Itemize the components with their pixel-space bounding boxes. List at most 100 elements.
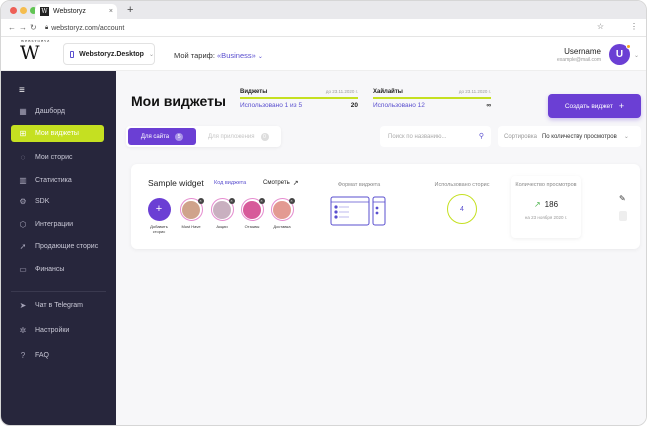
back-icon[interactable]: ← — [8, 23, 16, 32]
remove-icon[interactable]: × — [228, 198, 235, 204]
tab-for-app[interactable]: Для приложения 0 — [208, 128, 280, 145]
page-title: Мои виджеты — [131, 93, 226, 109]
tab-label: Для приложения — [208, 133, 255, 140]
minimize-dot-icon[interactable] — [20, 7, 27, 14]
sidebar-item-stats[interactable]: ▥ Статистика — [11, 172, 104, 189]
browser-menu-icon[interactable]: ⋮ — [630, 22, 638, 31]
desktop-mobile-format-icon — [330, 196, 386, 226]
project-selector[interactable]: Webstoryz.Desktop ⌄ — [63, 43, 155, 65]
browser-tab[interactable]: W Webstoryz × — [35, 4, 117, 19]
remove-icon[interactable]: × — [197, 198, 204, 204]
story-thumbnail: × — [240, 198, 265, 221]
sidebar-item-selling-stories[interactable]: ➚ Продающие сторис — [11, 238, 104, 255]
views-title: Количество просмотров — [515, 182, 577, 188]
search-icon[interactable]: ⚲ — [479, 132, 484, 140]
sidebar-item-sdk[interactable]: ⚙ SDK — [11, 193, 104, 210]
bookmark-star-icon[interactable]: ☆ — [597, 22, 604, 31]
sidebar-item-label: Чат в Telegram — [35, 302, 84, 309]
plus-icon: + — [147, 198, 171, 221]
tab-label: Для сайта — [140, 133, 170, 140]
highlights-limit: Хайлайты до 23.11.2020 г. Использовано 1… — [373, 89, 491, 109]
story-item[interactable]: × Must Have — [178, 198, 204, 229]
sidebar-item-telegram[interactable]: ➤ Чат в Telegram — [11, 297, 104, 314]
url-field[interactable]: 🔒︎ webstoryz.com/account — [45, 22, 606, 34]
used-stories-ring: 4 — [447, 194, 477, 224]
limit-until: до 23.11.2020 г. — [458, 89, 491, 94]
sidebar-item-label: Финансы — [35, 266, 65, 273]
widget-view-link[interactable]: Смотреть ↗ — [263, 179, 299, 187]
sidebar-item-label: SDK — [35, 198, 50, 205]
limit-progress-bar — [240, 97, 358, 99]
views-value: 186 — [544, 200, 559, 209]
stats-icon: ▥ — [19, 175, 27, 185]
sdk-icon: ⚙ — [19, 196, 27, 206]
settings-icon: ✲ — [19, 325, 27, 335]
format-title: Формат виджета — [337, 182, 381, 188]
used-stories-box: Использовано сторис 4 — [427, 176, 497, 238]
avatar[interactable]: U — [609, 44, 631, 65]
story-item[interactable]: × Отзывы — [239, 198, 265, 229]
add-story-button[interactable]: + Добавить сторис — [146, 198, 172, 234]
close-dot-icon[interactable] — [10, 7, 17, 14]
sidebar-item-widgets[interactable]: ⊞ Мои виджеты — [11, 125, 104, 142]
widget-format-box: Формат виджета — [324, 176, 394, 238]
story-item[interactable]: × Акции — [209, 198, 235, 229]
chevron-down-icon: ⌄ — [623, 134, 629, 140]
new-tab-icon[interactable]: + — [127, 4, 133, 16]
lock-icon: 🔒︎ — [45, 24, 49, 31]
remove-icon[interactable]: × — [288, 198, 295, 204]
forward-icon[interactable]: → — [19, 23, 27, 32]
views-count: ↗ 186 — [511, 200, 581, 209]
sidebar-item-faq[interactable]: ? FAQ — [11, 347, 104, 364]
address-bar: ← → ↻ 🔒︎ webstoryz.com/account ☆ ⋮ — [1, 19, 646, 37]
rocket-icon: ➚ — [19, 241, 27, 251]
webstoryz-logo[interactable]: WEBSTORYZ W — [20, 39, 49, 64]
faq-icon: ? — [20, 350, 26, 360]
sidebar-item-dashboard[interactable]: ▦ Дашборд — [11, 103, 104, 120]
sidebar-item-stories[interactable]: ◌ Мои сторис — [11, 149, 104, 166]
widgets-limit: Виджеты до 23.11.2020 г. Использовано 1 … — [240, 89, 358, 109]
sidebar-item-label: Мои виджеты — [35, 130, 79, 137]
widget-code-link[interactable]: Код виджета — [214, 180, 246, 186]
trash-icon[interactable] — [619, 211, 627, 221]
tariff-info[interactable]: Мой тариф: «Business» ⌄ — [174, 51, 263, 60]
story-item[interactable]: × Доставка — [269, 198, 295, 229]
tab-close-icon[interactable]: × — [109, 8, 113, 15]
sort-value: По количеству просмотров — [541, 133, 617, 140]
user-info[interactable]: Username example@mail.com — [557, 47, 601, 63]
edit-pencil-icon[interactable]: ✎ — [619, 194, 626, 203]
dashboard-icon: ▦ — [19, 106, 27, 116]
limit-used: Использовано 12 — [373, 102, 425, 109]
sidebar-item-finance[interactable]: ▭ Финансы — [11, 261, 104, 278]
remove-icon[interactable]: × — [258, 198, 265, 204]
user-menu-chevron-icon[interactable]: ⌄ — [634, 52, 639, 59]
sort-select[interactable]: Сортировка По количеству просмотров ⌄ — [498, 126, 641, 147]
limit-progress-bar — [373, 97, 491, 99]
search-input[interactable]: Поиск по названию... ⚲ — [380, 126, 491, 147]
logo-caption: WEBSTORYZ — [21, 39, 51, 43]
reload-icon[interactable]: ↻ — [30, 23, 37, 32]
views-box: Количество просмотров ↗ 186 на 23 ноября… — [511, 176, 581, 238]
menu-burger-icon[interactable]: ≡ — [19, 85, 25, 96]
main-content: Мои виджеты Виджеты до 23.11.2020 г. Исп… — [116, 71, 646, 425]
story-label: Доставка — [273, 224, 291, 229]
story-thumbnail: × — [270, 198, 295, 221]
limit-name: Хайлайты — [373, 89, 403, 95]
project-name: Webstoryz.Desktop — [79, 50, 144, 58]
chevron-down-icon: ⌄ — [257, 54, 263, 60]
url-text: webstoryz.com/account — [51, 24, 125, 32]
avatar-letter: U — [615, 49, 624, 60]
used-title: Использовано сторис — [434, 182, 490, 188]
tab-for-site[interactable]: Для сайта 5 — [128, 128, 196, 145]
limit-until: до 23.11.2020 г. — [325, 89, 358, 94]
sidebar-item-label: Настройки — [35, 327, 70, 334]
widget-card: Sample widget Код виджета Смотреть ↗ + Д… — [131, 164, 640, 249]
sidebar-item-settings[interactable]: ✲ Настройки — [11, 322, 104, 339]
sidebar-item-integrations[interactable]: ⬡ Интеграции — [11, 216, 104, 233]
app-header: WEBSTORYZ W Webstoryz.Desktop ⌄ Мой тари… — [1, 38, 646, 71]
username: Username — [564, 47, 601, 56]
create-widget-button[interactable]: Создать виджет + — [548, 94, 641, 118]
integrations-icon: ⬡ — [19, 219, 27, 229]
notification-badge — [626, 44, 631, 49]
story-label: Отзывы — [244, 224, 260, 229]
